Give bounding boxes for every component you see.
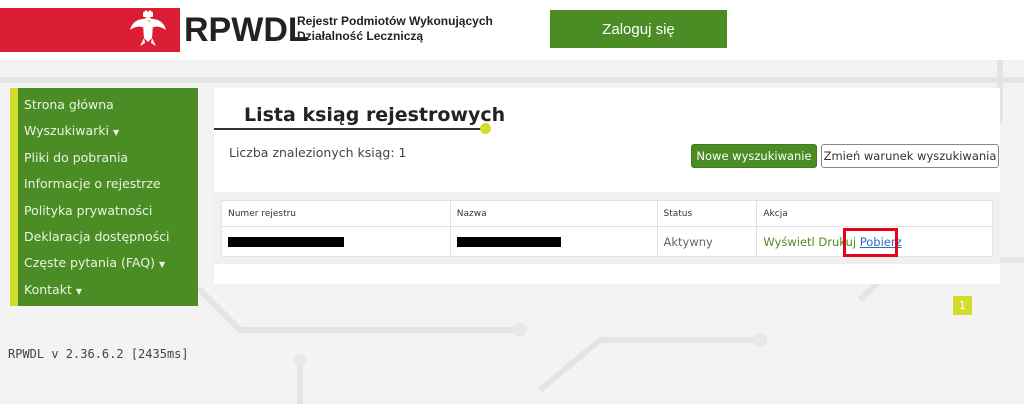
column-header-action: Akcja xyxy=(756,200,993,227)
brand-subtitle-line2: Działalność Leczniczą xyxy=(297,29,424,43)
column-header-status: Status xyxy=(656,200,758,227)
pagination-page-1[interactable]: 1 xyxy=(953,296,972,315)
caret-down-icon: ▼ xyxy=(75,286,83,296)
change-search-condition-button[interactable]: Zmień warunek wyszukiwania xyxy=(821,144,999,168)
sidebar-item-search-engines[interactable]: Wyszukiwarki ▼ xyxy=(18,122,198,148)
cell-status: Aktywny xyxy=(656,226,758,257)
app-version: RPWDL v 2.36.6.2 [2435ms] xyxy=(8,347,189,361)
sidebar-item-label: Deklaracja dostępności xyxy=(24,228,170,244)
brand-subtitle-line1: Rejestr Podmiotów Wykonujących xyxy=(297,14,493,28)
caret-down-icon: ▼ xyxy=(158,260,166,270)
caret-down-icon: ▼ xyxy=(112,128,120,138)
new-search-button[interactable]: Nowe wyszukiwanie xyxy=(691,144,817,168)
sidebar-nav: Strona główna Wyszukiwarki ▼ Pliki do pob… xyxy=(10,88,198,306)
sidebar-item-label: Wyszukiwarki xyxy=(24,123,109,139)
brand-logo-text: RPWDL xyxy=(184,11,309,49)
sidebar-item-faq[interactable]: Częste pytania (FAQ) ▼ xyxy=(18,254,198,280)
column-header-register-number: Numer rejestru xyxy=(221,200,451,227)
sidebar-item-label: Informacje o rejestrze xyxy=(24,176,161,192)
site-header: RPWDL Rejestr Podmiotów Wykonujących Dzi… xyxy=(0,0,1024,60)
sidebar-item-privacy-policy[interactable]: Polityka prywatności xyxy=(18,202,198,228)
download-highlight-box xyxy=(843,228,898,257)
sidebar-item-label: Częste pytania (FAQ) xyxy=(24,255,155,271)
sidebar-item-register-info[interactable]: Informacje o rejestrze xyxy=(18,175,198,201)
brand-subtitle: Rejestr Podmiotów Wykonujących Działalno… xyxy=(297,14,517,44)
sidebar-item-label: Strona główna xyxy=(24,97,114,112)
view-link[interactable]: Wyświetl xyxy=(763,235,814,249)
table-header-row: Numer rejestru Nazwa Status Akcja xyxy=(221,200,993,227)
sidebar-item-home[interactable]: Strona główna xyxy=(18,96,198,122)
sidebar-item-label: Kontakt xyxy=(24,281,72,297)
sidebar-item-contact[interactable]: Kontakt ▼ xyxy=(18,281,198,307)
page-title: Lista ksiąg rejestrowych xyxy=(244,104,506,126)
sidebar-item-downloads[interactable]: Pliki do pobrania xyxy=(18,149,198,175)
cell-register-number xyxy=(221,226,451,257)
redacted-register-number xyxy=(228,237,344,247)
title-underline xyxy=(214,128,482,130)
column-header-name: Nazwa xyxy=(449,200,658,227)
login-button[interactable]: Zaloguj się xyxy=(550,10,727,48)
cell-name xyxy=(449,226,658,257)
redacted-name xyxy=(456,237,561,247)
sidebar-item-label: Pliki do pobrania xyxy=(24,149,129,165)
sidebar-item-accessibility[interactable]: Deklaracja dostępności xyxy=(18,228,198,254)
results-count: Liczba znalezionych ksiąg: 1 xyxy=(229,145,407,160)
title-accent-dot xyxy=(480,123,491,134)
sidebar-item-label: Polityka prywatności xyxy=(24,202,153,218)
polish-eagle-icon xyxy=(130,10,166,46)
